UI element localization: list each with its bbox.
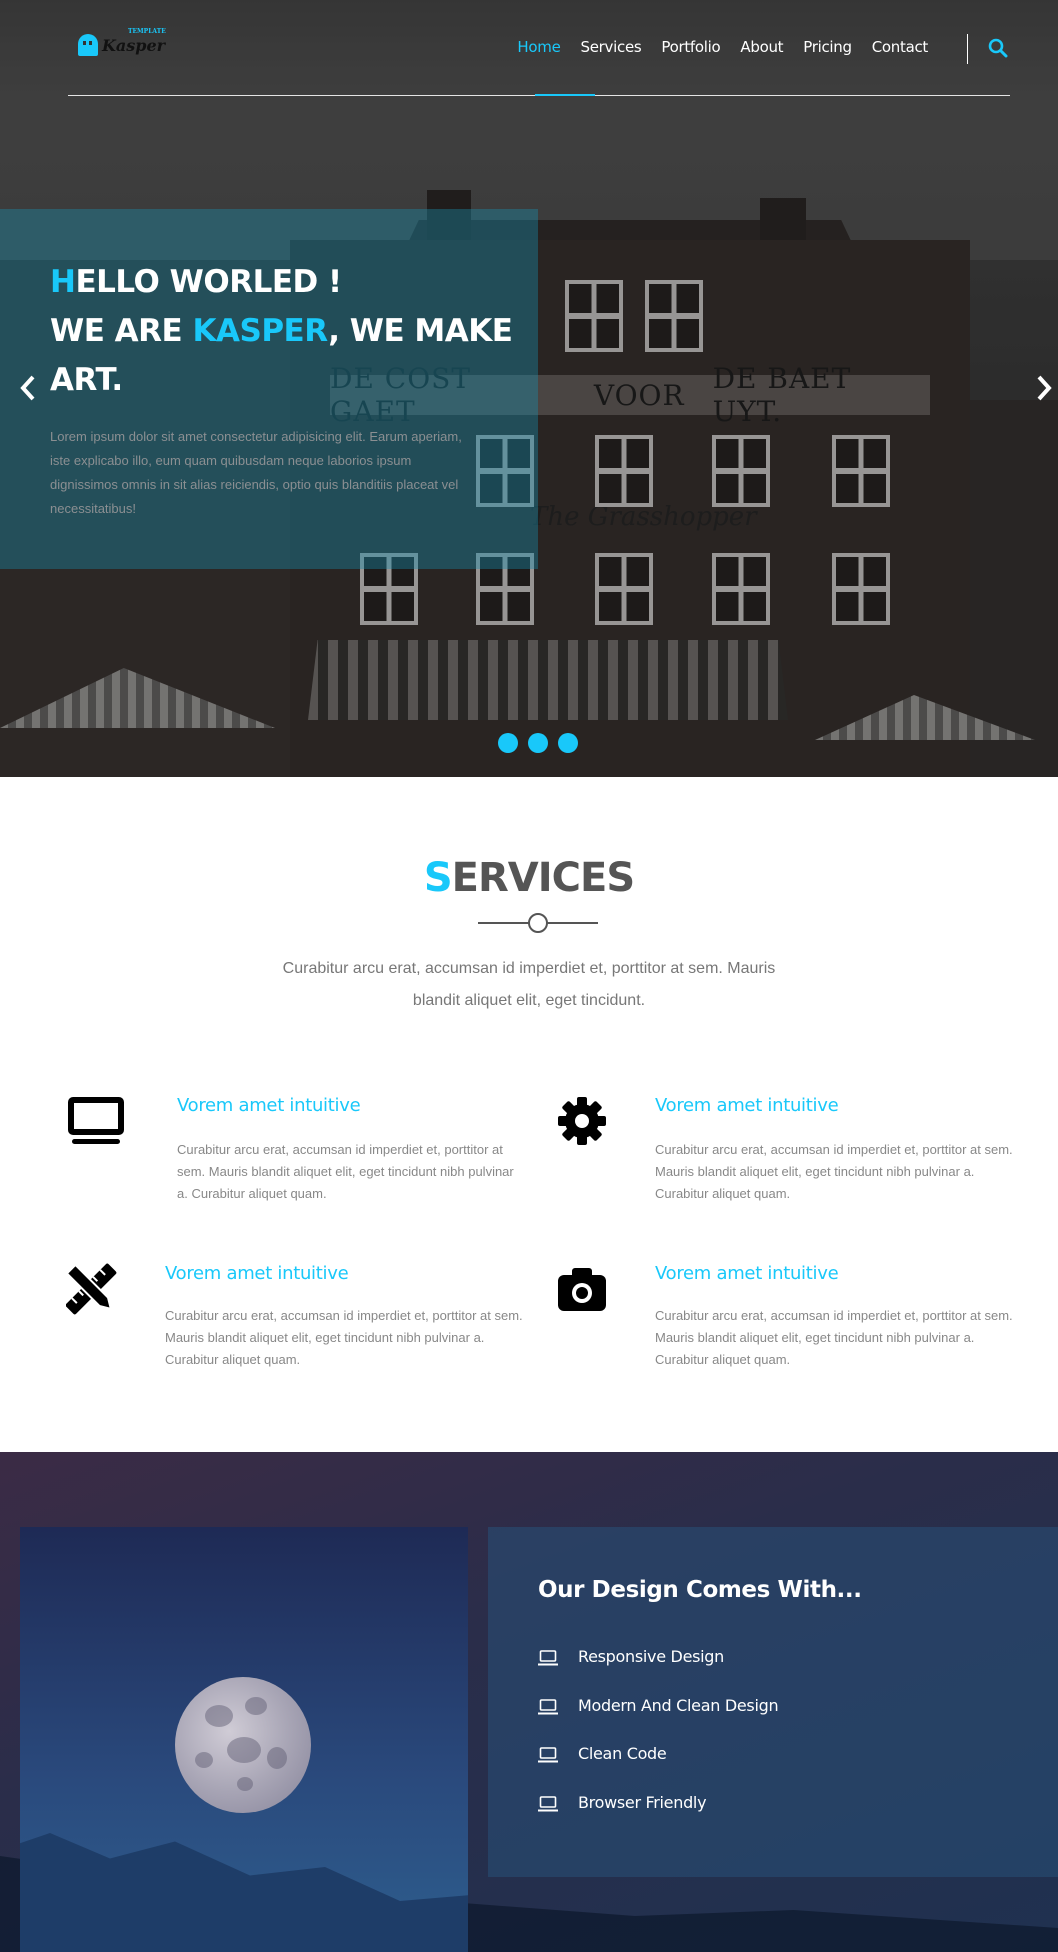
nav-link-about[interactable]: About [740, 38, 783, 56]
main-nav: Home Services Portfolio About Pricing Co… [517, 38, 928, 56]
features-title: Our Design Comes With... [538, 1577, 862, 1603]
hero-slider: DE COST GAET VOOR DE BAET UYT. The Grass… [0, 0, 1058, 777]
service-title: Vorem amet intuitive [655, 1263, 839, 1284]
brand-logo[interactable]: TEMPLATE Kasper [78, 27, 166, 56]
service-text: Curabitur arcu erat, accumsan id imperdi… [177, 1142, 514, 1201]
gear-icon [558, 1097, 606, 1145]
services-description: Curabitur arcu erat, accumsan id imperdi… [282, 960, 776, 1009]
ghost-logo-icon [78, 34, 98, 56]
moon [175, 1677, 311, 1813]
features-list: Responsive Design Modern And Clean Desig… [538, 1647, 779, 1842]
slider-prev-arrow[interactable] [20, 375, 40, 405]
nav-link-services[interactable]: Services [581, 38, 642, 56]
nav-link-home[interactable]: Home [517, 38, 560, 56]
feature-item: Modern And Clean Design [538, 1696, 779, 1745]
laptop-icon [538, 1698, 558, 1714]
service-text: Curabitur arcu erat, accumsan id imperdi… [655, 1142, 1013, 1201]
services-title: SERVICES [423, 855, 635, 901]
feature-item: Browser Friendly [538, 1793, 778, 1842]
moon-image [20, 1527, 468, 1952]
nav-active-indicator [535, 94, 595, 96]
nav-link-contact[interactable]: Contact [872, 38, 929, 56]
title-divider [478, 913, 598, 933]
feature-item: Responsive Design [538, 1647, 778, 1696]
feature-item: Clean Code [538, 1744, 778, 1793]
slider-next-arrow[interactable] [1036, 375, 1056, 405]
chevron-right-icon [1037, 375, 1052, 401]
slider-bullet[interactable] [528, 733, 548, 753]
main-header: TEMPLATE Kasper Home Services Portfolio … [0, 0, 1058, 96]
brand-name: TEMPLATE Kasper [102, 27, 166, 55]
desktop-icon [68, 1097, 124, 1144]
slider-bullet[interactable] [558, 733, 578, 753]
hero-description: Lorem ipsum dolor sit amet consectetur a… [50, 429, 462, 516]
service-title: Vorem amet intuitive [165, 1263, 349, 1284]
nav-separator [967, 34, 968, 64]
features-panel: Our Design Comes With... Responsive Desi… [488, 1527, 1058, 1877]
nav-link-pricing[interactable]: Pricing [803, 38, 852, 56]
service-text: Curabitur arcu erat, accumsan id imperdi… [655, 1308, 1013, 1367]
service-title: Vorem amet intuitive [177, 1095, 361, 1116]
pencil-ruler-icon [66, 1263, 117, 1315]
camera-icon [558, 1268, 606, 1311]
slider-bullets [498, 733, 578, 753]
laptop-icon [538, 1747, 558, 1763]
slider-bullet[interactable] [498, 733, 518, 753]
hero-title: HELLO WORLED ! WE ARE KASPER, WE MAKE AR… [50, 264, 513, 398]
design-section: Our Design Comes With... Responsive Desi… [0, 1452, 1058, 1952]
laptop-icon [538, 1650, 558, 1666]
search-icon[interactable] [988, 38, 1008, 58]
chevron-left-icon [20, 375, 35, 401]
laptop-icon [538, 1795, 558, 1811]
service-text: Curabitur arcu erat, accumsan id imperdi… [165, 1308, 523, 1367]
nav-link-portfolio[interactable]: Portfolio [661, 38, 720, 56]
service-title: Vorem amet intuitive [655, 1095, 839, 1116]
